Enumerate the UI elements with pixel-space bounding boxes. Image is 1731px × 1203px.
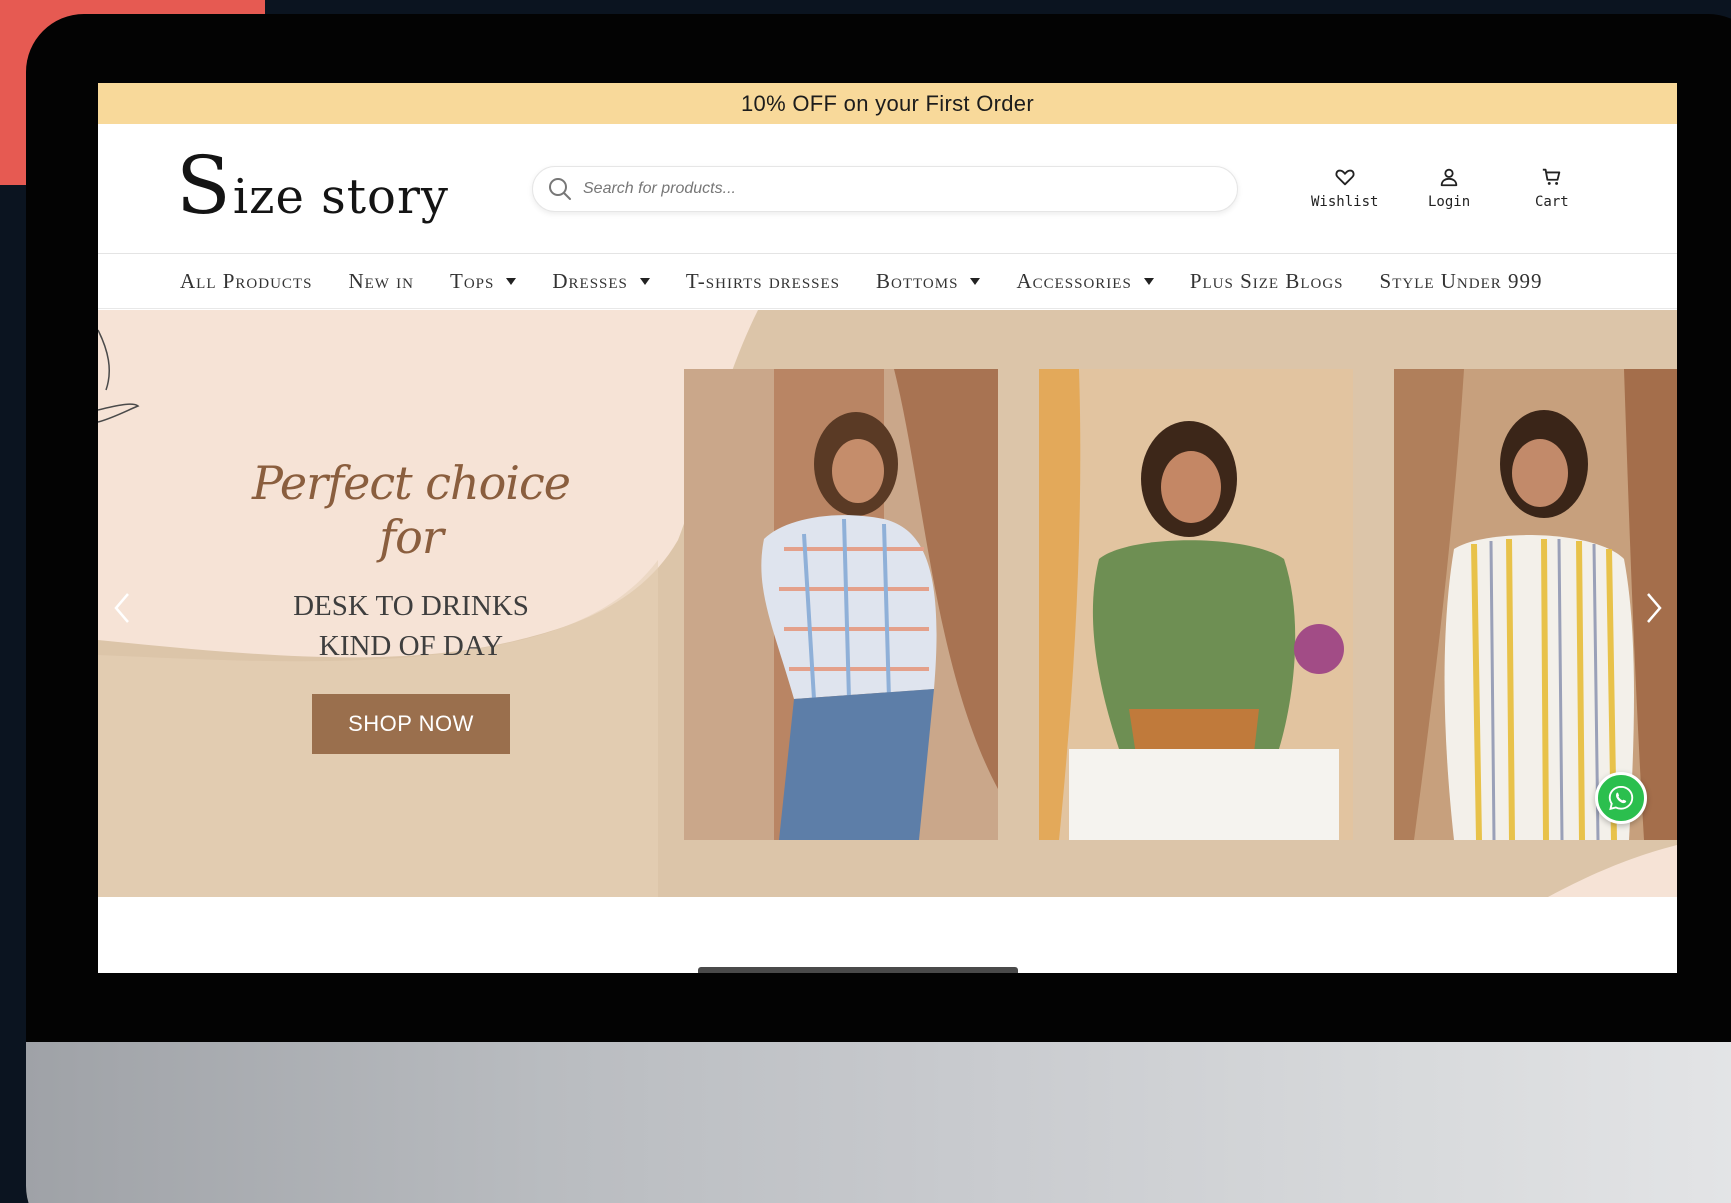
nav-label: Dresses (552, 268, 628, 293)
user-icon (1440, 168, 1458, 187)
caret-down-icon (639, 277, 650, 285)
hero-banner: Perfect choice for DESK TO DRINKS KIND O… (98, 310, 1677, 897)
search-bar[interactable] (532, 166, 1238, 212)
chevron-right-icon (1647, 593, 1662, 623)
login-button[interactable]: Login (1428, 166, 1470, 210)
logo-letter: S (176, 139, 231, 232)
nav-tops[interactable]: Tops (450, 268, 517, 294)
nav-bottoms[interactable]: Bottoms (876, 268, 981, 294)
promo-bar[interactable]: 10% OFF on your First Order (98, 83, 1677, 124)
nav-label: Plus Size Blogs (1189, 268, 1344, 293)
nav-new-in[interactable]: New in (348, 269, 414, 294)
hero-line-2: KIND OF DAY (318, 630, 504, 662)
nav-label: All Products (180, 268, 313, 293)
model-photo-2[interactable] (1039, 369, 1353, 840)
nav-tshirt-dresses[interactable]: T-shirts dresses (686, 269, 840, 294)
logo-wordmark: ize story (232, 169, 449, 225)
caret-down-icon (506, 277, 517, 285)
monitor-chin (26, 1042, 1731, 1203)
nav-label: Bottoms (876, 268, 959, 293)
nav-label: Tops (450, 268, 495, 293)
wishlist-button[interactable]: Wishlist (1311, 166, 1378, 210)
nav-accessories[interactable]: Accessories (1016, 268, 1154, 294)
search-icon[interactable] (547, 176, 573, 202)
carousel-next-button[interactable] (1638, 588, 1668, 628)
site-header: S ize story Wishlist Login Cart (98, 124, 1677, 254)
model-photo-1[interactable] (684, 369, 998, 840)
model-photo-3[interactable] (1394, 369, 1677, 840)
nav-label: Style Under 999 (1379, 268, 1543, 293)
nav-all-products[interactable]: All Products (180, 269, 312, 294)
chevron-left-icon (114, 593, 129, 623)
carousel-prev-button[interactable] (108, 588, 138, 628)
caret-down-icon (1143, 277, 1154, 285)
nav-plus-size-blogs[interactable]: Plus Size Blogs (1190, 269, 1344, 294)
cart-label: Cart (1535, 194, 1569, 210)
cart-button[interactable]: Cart (1535, 166, 1569, 210)
nav-label: Accessories (1016, 268, 1132, 293)
caret-down-icon (970, 277, 981, 285)
below-fold-section (98, 897, 1677, 973)
shop-now-button[interactable]: SHOP NOW (312, 694, 510, 754)
search-input[interactable] (583, 180, 1183, 198)
nav-dresses[interactable]: Dresses (552, 269, 650, 294)
cart-icon (1542, 168, 1561, 185)
hero-script-heading: Perfect choice for (252, 456, 571, 564)
nav-style-under-999[interactable]: Style Under 999 (1380, 269, 1543, 294)
whatsapp-icon (1608, 785, 1634, 811)
model-image (684, 369, 998, 840)
heart-icon (1335, 169, 1355, 186)
section-heading-cropped (698, 967, 1018, 973)
wishlist-label: Wishlist (1311, 194, 1379, 210)
whatsapp-chat-button[interactable] (1595, 772, 1647, 824)
model-image (1394, 369, 1677, 840)
login-label: Login (1428, 194, 1471, 210)
promo-text: 10% OFF on your First Order (741, 90, 1034, 116)
nav-label: T-shirts dresses (685, 268, 841, 293)
brand-logo[interactable]: S ize story (176, 146, 449, 226)
hero-line-1: DESK TO DRINKS (293, 590, 529, 622)
nav-label: New in (348, 268, 415, 293)
model-image (1039, 369, 1353, 840)
monitor-frame: 10% OFF on your First Order S ize story … (26, 14, 1731, 1203)
browser-viewport: 10% OFF on your First Order S ize story … (98, 83, 1677, 973)
hero-copy: Perfect choice for DESK TO DRINKS KIND O… (246, 456, 576, 754)
hero-subheading: DESK TO DRINKS KIND OF DAY (246, 586, 576, 666)
main-nav: All Products New in Tops Dresses T-shirt… (98, 254, 1677, 309)
